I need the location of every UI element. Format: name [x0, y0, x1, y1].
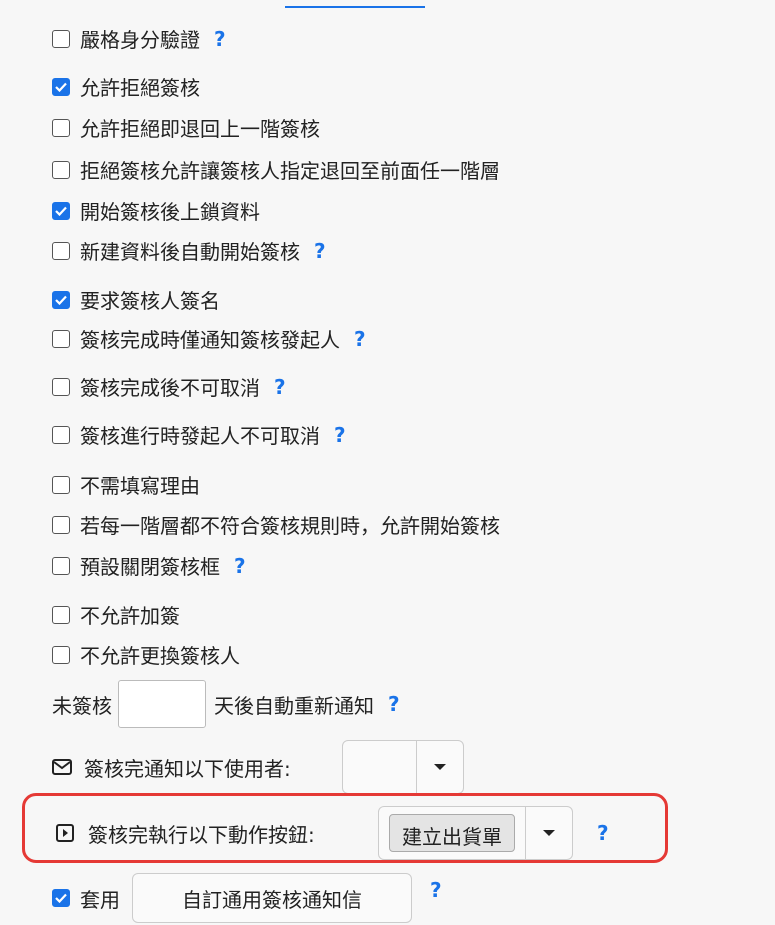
help-icon[interactable]: ? [314, 239, 326, 263]
option-checkbox[interactable] [52, 329, 70, 348]
help-icon[interactable]: ? [430, 878, 442, 902]
reminder-suffix: 天後自動重新通知 [214, 693, 374, 718]
option-checkbox[interactable] [52, 118, 70, 137]
option-checkbox[interactable] [52, 201, 70, 220]
notify-row: 簽核完通知以下使用者: [52, 740, 464, 794]
option-label: 嚴格身分驗證 [80, 28, 200, 52]
notify-user-select[interactable] [342, 740, 464, 794]
option-row[interactable]: 預設關閉簽核框? [52, 551, 246, 580]
option-row[interactable]: 允許拒絕即退回上一階簽核 [52, 113, 320, 142]
option-checkbox[interactable] [52, 556, 70, 575]
help-icon[interactable]: ? [274, 375, 286, 399]
help-icon[interactable]: ? [334, 423, 346, 447]
option-checkbox[interactable] [52, 645, 70, 664]
option-label: 允許拒絕即退回上一階簽核 [80, 117, 320, 141]
option-label: 簽核完成後不可取消 [80, 376, 260, 400]
action-label: 簽核完執行以下動作按鈕: [88, 822, 315, 847]
notify-label: 簽核完通知以下使用者: [84, 756, 291, 781]
apply-checkbox[interactable] [52, 889, 70, 907]
option-label: 預設關閉簽核框 [80, 555, 220, 579]
option-checkbox[interactable] [52, 160, 70, 179]
apply-label: 套用 [80, 887, 120, 912]
help-icon[interactable]: ? [354, 327, 366, 351]
selected-action-chip[interactable]: 建立出貨單 [389, 814, 515, 852]
option-row[interactable]: 允許拒絕簽核 [52, 72, 200, 101]
help-icon[interactable]: ? [388, 692, 400, 716]
option-checkbox[interactable] [52, 605, 70, 624]
option-row[interactable]: 簽核完成後不可取消? [52, 372, 286, 401]
option-row[interactable]: 不需填寫理由 [52, 470, 200, 499]
option-checkbox[interactable] [52, 290, 70, 309]
action-button-select[interactable]: 建立出貨單 [378, 806, 573, 860]
reminder-days-input[interactable] [118, 680, 206, 728]
notify-selected-value [343, 741, 416, 793]
option-checkbox[interactable] [52, 475, 70, 494]
option-row[interactable]: 要求簽核人簽名 [52, 285, 220, 314]
custom-notification-button[interactable]: 自訂通用簽核通知信 [132, 873, 412, 923]
option-label: 若每一階層都不符合簽核規則時，允許開始簽核 [80, 514, 500, 538]
option-label: 簽核進行時發起人不可取消 [80, 424, 320, 448]
option-checkbox[interactable] [52, 515, 70, 534]
option-label: 不允許加簽 [80, 604, 180, 628]
option-row[interactable]: 簽核進行時發起人不可取消? [52, 420, 346, 449]
option-label: 拒絕簽核允許讓簽核人指定退回至前面任一階層 [80, 159, 500, 183]
option-label: 不需填寫理由 [80, 474, 200, 498]
mail-icon [52, 759, 74, 775]
option-label: 不允許更換簽核人 [80, 644, 240, 668]
help-icon[interactable]: ? [214, 27, 226, 51]
option-row[interactable]: 新建資料後自動開始簽核? [52, 236, 326, 265]
option-checkbox[interactable] [52, 377, 70, 396]
option-checkbox[interactable] [52, 29, 70, 48]
section-heading-cut [285, 0, 425, 8]
option-row[interactable]: 開始簽核後上鎖資料 [52, 196, 260, 225]
action-row: 簽核完執行以下動作按鈕: 建立出貨單 ? [56, 806, 609, 860]
chevron-down-icon[interactable] [525, 807, 572, 859]
reminder-prefix: 未簽核 [52, 693, 112, 718]
option-row[interactable]: 簽核完成時僅通知簽核發起人? [52, 324, 366, 353]
option-checkbox[interactable] [52, 77, 70, 96]
option-label: 允許拒絕簽核 [80, 76, 200, 100]
help-icon[interactable]: ? [597, 821, 609, 845]
option-checkbox[interactable] [52, 241, 70, 260]
option-label: 新建資料後自動開始簽核 [80, 240, 300, 264]
chevron-down-icon[interactable] [416, 741, 463, 793]
reminder-row: 未簽核 天後自動重新通知 ? [52, 680, 400, 728]
apply-row: 套用 自訂通用簽核通知信 ? [52, 873, 442, 923]
option-label: 要求簽核人簽名 [80, 289, 220, 313]
help-icon[interactable]: ? [234, 554, 246, 578]
option-checkbox[interactable] [52, 425, 70, 444]
option-row[interactable]: 不允許更換簽核人 [52, 640, 240, 669]
play-icon [56, 824, 78, 842]
option-row[interactable]: 嚴格身分驗證? [52, 24, 226, 53]
option-label: 開始簽核後上鎖資料 [80, 200, 260, 224]
option-row[interactable]: 若每一階層都不符合簽核規則時，允許開始簽核 [52, 510, 500, 539]
option-label: 簽核完成時僅通知簽核發起人 [80, 328, 340, 352]
option-row[interactable]: 拒絕簽核允許讓簽核人指定退回至前面任一階層 [52, 155, 500, 184]
option-row[interactable]: 不允許加簽 [52, 600, 180, 629]
